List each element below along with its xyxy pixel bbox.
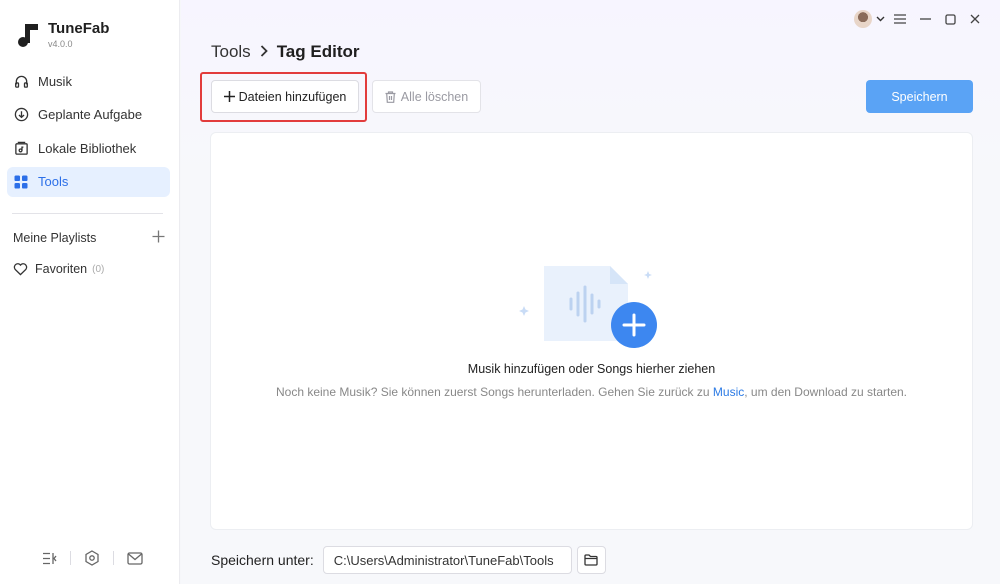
grid-icon	[13, 174, 29, 190]
add-music-illustration-icon	[516, 261, 666, 351]
app-name: TuneFab	[48, 20, 110, 37]
hint-text-end: , um den Download zu starten.	[744, 385, 908, 399]
sidebar-item-label: Geplante Aufgabe	[38, 107, 143, 122]
dropzone-hint: Noch keine Musik? Sie können zuerst Song…	[211, 385, 972, 399]
minimize-icon[interactable]	[914, 10, 936, 28]
sidebar-nav: Musik Geplante Aufgabe Lokale Bibliothek…	[7, 66, 170, 200]
plus-icon	[223, 91, 235, 102]
breadcrumb: Tools Tag Editor	[211, 42, 359, 62]
music-link[interactable]: Music	[713, 385, 744, 399]
library-icon	[13, 140, 29, 156]
save-button[interactable]: Speichern	[866, 80, 973, 113]
settings-icon[interactable]	[83, 549, 101, 567]
sidebar-item-tools[interactable]: Tools	[7, 166, 170, 197]
account-menu[interactable]	[852, 10, 886, 28]
hint-text: Noch keine Musik? Sie können zuerst Song…	[275, 385, 713, 399]
trash-icon	[385, 90, 396, 103]
sidebar-item-favoriten[interactable]: Favoriten (0)	[12, 261, 104, 277]
breadcrumb-tools[interactable]: Tools	[211, 42, 251, 62]
main-panel: Tools Tag Editor Dateien hinzufügen Alle…	[181, 0, 1000, 584]
playlists-header: Meine Playlists	[13, 230, 165, 246]
download-circle-icon	[13, 107, 29, 123]
menu-icon[interactable]	[889, 10, 911, 28]
window-controls	[849, 10, 986, 28]
bottom-icon-divider	[113, 551, 114, 565]
dropzone[interactable]: Musik hinzufügen oder Songs hierher zieh…	[210, 132, 973, 530]
maximize-icon[interactable]	[939, 10, 961, 28]
save-path-field[interactable]: C:\Users\Administrator\TuneFab\Tools	[322, 546, 572, 574]
tunefab-logo-icon	[16, 22, 40, 48]
headphones-icon	[13, 73, 29, 89]
sidebar-item-label: Musik	[38, 73, 72, 89]
add-files-label: Dateien hinzufügen	[238, 89, 347, 104]
app-version: v4.0.0	[48, 39, 73, 49]
heart-icon	[12, 261, 28, 277]
folder-icon	[584, 554, 598, 566]
chevron-down-icon	[876, 16, 884, 22]
add-playlist-icon[interactable]	[152, 230, 165, 246]
add-files-button[interactable]: Dateien hinzufügen	[211, 80, 359, 113]
chevron-right-icon	[260, 44, 268, 61]
sidebar-item-lokale-bibliothek[interactable]: Lokale Bibliothek	[7, 133, 170, 163]
browse-folder-button[interactable]	[576, 546, 606, 574]
bottom-icon-divider	[70, 551, 71, 565]
sidebar: TuneFab v4.0.0 Musik Geplante Aufgabe Lo…	[0, 0, 180, 584]
page-title: Tag Editor	[276, 42, 360, 61]
sidebar-bottom-icons	[40, 549, 144, 567]
save-location-label: Speichern unter:	[211, 552, 314, 568]
sidebar-divider	[12, 213, 163, 214]
dropzone-title: Musik hinzufügen oder Songs hierher zieh…	[467, 362, 716, 376]
avatar	[853, 10, 872, 28]
close-icon[interactable]	[964, 10, 986, 28]
sidebar-item-musik[interactable]: Musik	[7, 66, 170, 96]
favorites-label: Favoriten	[35, 262, 88, 276]
favorites-count: (0)	[92, 263, 105, 275]
sidebar-item-geplante-aufgabe[interactable]: Geplante Aufgabe	[7, 100, 170, 130]
playlists-label: Meine Playlists	[13, 231, 97, 245]
save-location-bar: Speichern unter: C:\Users\Administrator\…	[211, 546, 606, 574]
collapse-sidebar-icon[interactable]	[40, 549, 58, 567]
sidebar-item-label: Tools	[38, 174, 69, 189]
mail-icon[interactable]	[126, 549, 144, 567]
clear-all-button[interactable]: Alle löschen	[372, 80, 481, 113]
clear-all-label: Alle löschen	[400, 89, 469, 104]
brand: TuneFab v4.0.0	[16, 20, 109, 50]
sidebar-item-label: Lokale Bibliothek	[38, 140, 137, 156]
